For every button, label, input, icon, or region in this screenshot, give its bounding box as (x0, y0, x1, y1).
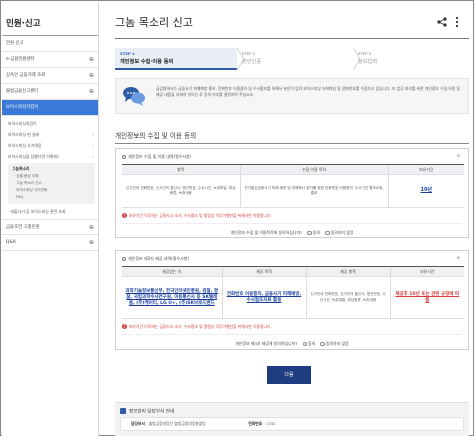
agree-row: 개인정보 제3자 제공에 동의하십니까? 동의 동의하지 않음 (122, 334, 462, 348)
disagree-radio[interactable] (325, 230, 330, 236)
page-frame: 민원·신고 민원 신고 e-금융민원센터 ⊕ 상속인 금융거래 조회 ⊕ 불법금… (0, 0, 474, 436)
consent-collection-table: 항목 수집·이용 목적 보유기간 신고인의 전화번호, 신고인의 통신사, 명신… (122, 164, 464, 208)
warning-message: ! 보유기간 이후에는 금융사고 조사, 수사협조 및 법령상 의무이행만을 위해… (122, 324, 272, 329)
consent-header: 개인정보 수집 및 이용 내역(필수사항) ⊖ (116, 149, 468, 164)
consent-header: 개인정보 제3자 제공 내역(필수사항) ⊖ (116, 251, 468, 266)
info-icon (120, 408, 126, 414)
sidebar-subitem[interactable]: 보이스피싱 사기대응 › (8, 140, 98, 151)
sidebar-item-inheritance[interactable]: 상속인 금융거래 조회 ⊕ (2, 68, 98, 84)
expand-plus-icon[interactable]: ⊕ (89, 235, 94, 251)
sidebar-sub-list: 보이스피싱지킴이 보이스피싱 현 실태 › 보이스피싱 사기대응 › 보이스피싱을 … (2, 116, 98, 219)
alert-icon: ! (122, 324, 127, 329)
subsub-item[interactable]: · 보이스피싱 사기전화 (12, 187, 91, 194)
sidebar-item-voicephishing-guard[interactable]: 보이스피싱지킴이 (2, 100, 98, 116)
sidebar-item-civil-complaint[interactable]: 민원 신고 (2, 36, 98, 52)
chat-bubbles-icon (123, 87, 145, 106)
consent-third-party-box: 개인정보 제3자 제공 내역(필수사항) ⊖ 제공받는 자 제공 목적 제공 항… (115, 250, 469, 350)
retention-period: 10년 (420, 187, 433, 194)
chevron-right-icon: › (92, 132, 94, 137)
sidebar-item-qna[interactable]: Q&A ⊕ (2, 235, 98, 251)
intro-box: 금감원에서는 금융사기 피해예방 홍보, 전화번호 이용중지 및 수사협조를 위… (115, 78, 469, 114)
consent-third-party-table: 제공받는 자 제공 목적 제공 항목 보유기간 과학기술정보통신부, 한국인터넷… (122, 266, 464, 319)
subsub-label[interactable]: 그놈목소리 (12, 165, 91, 173)
agree-radio[interactable] (302, 341, 308, 347)
circle-check-icon (122, 155, 126, 159)
page-title: 그놈 목소리 신고 (115, 16, 193, 29)
table-header-row: 제공받는 자 제공 목적 제공 항목 보유기간 (122, 266, 464, 277)
subsub-item[interactable]: · 성별 음성 이해 (12, 173, 91, 180)
next-button[interactable]: 다음 (267, 366, 311, 384)
sidebar-item-consult[interactable]: 금융조언 고충민원 ⊕ (2, 219, 98, 235)
chevron-right-icon: › (92, 143, 94, 148)
warning-message: ! 보유기간 이후에는 금융사고 조사, 수사협조 및 법령상 의무이행만을 위해… (122, 213, 272, 218)
sidebar-item-illegal-finance[interactable]: 불법금융신고센터 ⊕ (2, 84, 98, 100)
sidebar-subitem[interactable]: · 대출사기 등 보이스피싱 관련 조회 (8, 206, 98, 217)
info-box: 정보관리 담당부서 안내 담당부서 : 불법금융대응단 불법금융대응총괄팀 전화… (115, 402, 469, 436)
collapse-icon[interactable]: ⊖ (457, 153, 460, 158)
sidebar-title: 민원·신고 (2, 2, 98, 36)
sidebar-subsub-group: 그놈목소리 · 성별 음성 이해 · 그놈 목소리 신고 · 보이스피싱 사기전… (8, 163, 95, 204)
step-indicator: STEP 1 개인정보 수집·이용 동의 STEP 2 본인인증 STEP 3 … (115, 48, 469, 70)
title-divider (115, 38, 469, 39)
info-title: 정보관리 담당부서 안내 (115, 403, 469, 417)
intro-text: 금감원에서는 금융사기 피해예방 홍보, 전화번호 이용중지 및 수사협조를 위… (156, 86, 460, 98)
step-1: STEP 1 개인정보 수집·이용 동의 (115, 48, 237, 70)
chevron-right-icon: › (92, 154, 94, 159)
consent-collection-box: 개인정보 수집 및 이용 내역(필수사항) ⊖ 항목 수집·이용 목적 보유기간… (115, 148, 469, 238)
expand-plus-icon[interactable]: ⊕ (89, 84, 94, 100)
expand-plus-icon[interactable]: ⊕ (89, 220, 94, 236)
expand-plus-icon[interactable]: ⊕ (89, 52, 94, 68)
sidebar-subitem[interactable]: 보이스피싱지킴이 (8, 118, 98, 129)
info-content: 담당부서 : 불법금융대응단 불법금융대응총괄팀 전화번호 : 1332 (120, 417, 464, 431)
main-content: 그놈 목소리 신고 STEP 1 개인정보 수집·이용 동의 STEP 2 본인… (99, 2, 474, 436)
alert-icon: ! (122, 213, 127, 218)
sidebar: 민원·신고 민원 신고 e-금융민원센터 ⊕ 상속인 금융거래 조회 ⊕ 불법금… (2, 2, 99, 436)
table-row: 과학기술정보통신부, 한국인터넷진흥원, 검찰, 경찰, 국립과학수사연구원, … (122, 276, 464, 319)
circle-check-icon (122, 257, 126, 261)
sidebar-item-e-complaint[interactable]: e-금융민원센터 ⊕ (2, 52, 98, 68)
step-2: STEP 2 본인인증 (242, 51, 262, 65)
section-divider (115, 143, 469, 144)
agree-row: 개인정보 수집 및 이용목적에 동의하십니까? 동의 동의하지 않음 (122, 223, 462, 237)
expand-plus-icon[interactable]: ⊕ (89, 68, 94, 84)
disagree-radio[interactable] (320, 341, 325, 347)
more-vertical-icon[interactable] (454, 16, 460, 28)
step-3: STEP 3 정보입력 (358, 51, 378, 65)
table-row: 신고인의 전화번호, 신고인의 통신사, 명신번호, 수신시간, 녹취파일, 피… (122, 174, 464, 208)
subsub-item[interactable]: · 그놈 목소리 신고 (12, 180, 91, 187)
collapse-icon[interactable]: ⊖ (457, 255, 460, 260)
sidebar-subitem[interactable]: 보이스피싱 현 실태 › (8, 129, 98, 140)
table-header-row: 항목 수집·이용 목적 보유기간 (122, 164, 464, 175)
section-title: 개인정보의 수집 및 이용 동의 (115, 132, 197, 140)
share-icon[interactable] (437, 17, 447, 27)
subsub-item[interactable]: · FAQ (12, 194, 91, 201)
sidebar-subitem[interactable]: 보이스피싱을 당했다면 어떻게? › (8, 151, 98, 162)
agree-radio[interactable] (307, 230, 312, 236)
